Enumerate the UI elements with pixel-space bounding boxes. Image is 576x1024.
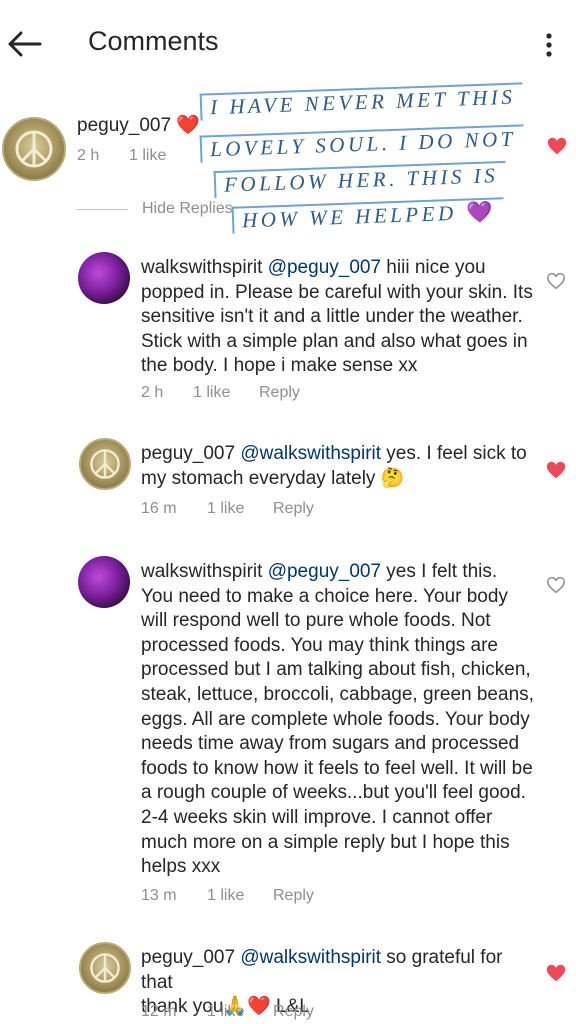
reply-text-line: hiii nice you [381,257,486,278]
page-title: Comments [88,26,219,56]
username-link[interactable]: walkswithspirit [141,257,262,278]
app-header: Comments [0,0,576,88]
reply-text-line: processed but I am talking about fish, c… [141,659,531,681]
reply-text-line: eggs. All are complete whole foods. Your… [141,708,530,730]
comment-time: 13 m [141,887,177,904]
username-link[interactable]: peguy_007 [141,947,235,968]
parent-comment-username[interactable]: peguy_007 ❤️ [77,114,200,139]
reply-text-line: popped in. Please be careful with your s… [141,281,533,303]
reply-text-line: sensitive isn't it and a little under th… [141,306,523,328]
like-count[interactable]: 1 like [207,500,273,518]
more-vertical-icon [546,33,552,57]
reply-meta: 2 h 1 like Reply [141,384,300,402]
like-count[interactable]: 1 like [207,1003,273,1021]
reply-text-line: will respond well to pure whole foods. N… [141,610,491,632]
overlay-note-line: FOLLOW HER. THIS IS [213,160,507,199]
reply-text-line: You need to make a choice here. Your bod… [141,585,508,607]
comment-time: 2 h [141,384,164,401]
avatar[interactable] [78,252,130,304]
parent-comment-meta: 2 h 1 like [77,147,166,165]
reply-text: walkswithspirit @peguy_007 hiii nice you… [141,256,535,379]
reply-text-line: foods to know how it feels to feel well.… [141,757,533,779]
red-heart-emoji: ❤️ [176,115,200,136]
reply-button[interactable]: Reply [259,384,300,402]
heart-icon[interactable] [545,574,567,596]
reply-button[interactable]: Reply [273,1003,314,1021]
reply-button[interactable]: Reply [273,887,314,905]
hide-replies-toggle[interactable]: Hide Replies [76,200,233,218]
reply-text-line: yes I felt this. [381,561,498,582]
purple-heart-emoji: 💜 [466,199,497,225]
like-count[interactable]: 1 like [193,384,259,402]
comment-time: 16 m [141,500,177,517]
overlay-note-line: HOW WE HELPED [241,200,458,233]
peace-icon [15,130,53,168]
reply-text: peguy_007 @walkswithspirit yes. I feel s… [141,442,535,491]
like-count[interactable]: 1 like [207,887,273,905]
avatar[interactable] [78,556,130,608]
heart-icon[interactable] [546,135,568,157]
like-count[interactable]: 1 like [129,147,166,165]
reply-text-line: a rough couple of weeks...but you'll fee… [141,782,526,804]
reply-meta: 16 m 1 like Reply [141,500,314,518]
mention-link[interactable]: @peguy_007 [268,257,381,278]
comment-time: 2 h [77,147,100,164]
more-options-button[interactable] [534,28,564,62]
heart-icon[interactable] [545,270,567,292]
mention-link[interactable]: @walkswithspirit [240,443,381,464]
avatar[interactable] [79,942,131,994]
reply-text-line: my stomach everyday lately 🤔 [141,467,405,489]
reply-text-line: 2-4 weeks skin will improve. I cannot of… [141,806,493,828]
reply-meta: 12 m 1 like Reply [141,1003,314,1021]
reply-text-line: the body. I hope i make sense xx [141,355,418,377]
reply-text-line: steak, lettuce, broccoli, cabbage, green… [141,683,534,705]
peace-icon [90,449,120,479]
username-link[interactable]: peguy_007 [77,115,171,136]
back-button[interactable] [4,24,44,64]
reply-text: walkswithspirit @peguy_007 yes I felt th… [141,560,541,880]
hide-replies-label[interactable]: Hide Replies [142,200,233,218]
mention-link[interactable]: @walkswithspirit [240,947,381,968]
reply-text-line: helps xxx [141,856,221,878]
reply-text-line: processed foods. You may think things ar… [141,634,499,656]
reply-text-line: much more on a simple reply but I hope t… [141,831,510,853]
mention-link[interactable]: @peguy_007 [268,561,381,582]
reply-text-line: Stick with a simple plan and also what g… [141,330,528,352]
heart-icon[interactable] [545,459,567,481]
reply-button[interactable]: Reply [273,500,314,518]
heart-icon[interactable] [545,962,567,984]
overlay-note-last: HOW WE HELPED 💜 [231,197,505,234]
avatar[interactable] [2,117,66,181]
avatar[interactable] [79,438,131,490]
reply-text-line: needs time away from sugars and processe… [141,733,520,755]
comment-time: 12 m [141,1003,177,1020]
reply-meta: 13 m 1 like Reply [141,887,314,905]
reply-text-line: yes. I feel sick to [381,443,527,464]
divider [76,208,128,210]
overlay-note-line: LOVELY SOUL. I DO NOT [199,124,525,163]
username-link[interactable]: peguy_007 [141,443,235,464]
overlay-note-line: I HAVE NEVER MET THIS [199,82,524,121]
username-link[interactable]: walkswithspirit [141,561,262,582]
peace-icon [90,953,120,983]
arrow-left-icon [8,31,42,57]
